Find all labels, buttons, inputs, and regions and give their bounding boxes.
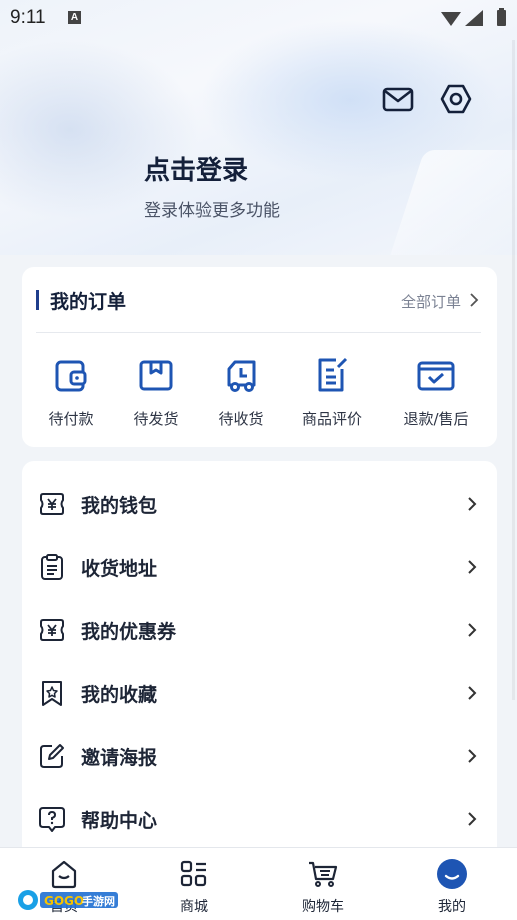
tab-label: 购物车: [302, 899, 344, 915]
package-icon: [139, 360, 173, 391]
svg-text:GOGO: GOGO: [44, 894, 84, 908]
chevron-right-icon: [468, 497, 477, 511]
order-status-pending-payment[interactable]: 待付款: [26, 355, 116, 429]
login-subtitle[interactable]: 登录体验更多功能: [144, 196, 280, 221]
tab-label: 商城: [180, 899, 208, 915]
tab-label: 我的: [438, 899, 466, 915]
order-status-label: 待收货: [218, 410, 264, 428]
profile-icon: [437, 859, 467, 889]
order-status-refund[interactable]: 退款/售后: [391, 355, 481, 429]
system-status-icons: [441, 8, 506, 26]
chevron-right-icon: [468, 686, 477, 700]
menu-item-favorites[interactable]: 我的收藏: [22, 662, 497, 725]
review-icon: [318, 357, 348, 392]
edit-icon: [40, 744, 64, 768]
mail-icon[interactable]: [381, 82, 415, 116]
chevron-right-icon[interactable]: [469, 291, 479, 309]
menu-card: 我的钱包 收货地址 我的优惠券 我的收藏 邀请海报 帮助中心: [22, 461, 497, 881]
divider: [36, 332, 481, 333]
menu-item-label: 收货地址: [81, 558, 158, 580]
tab-cart[interactable]: 购物车: [268, 848, 378, 920]
order-status-label: 商品评价: [301, 410, 362, 428]
order-status-to-receive[interactable]: 待收货: [196, 355, 286, 429]
order-status-to-ship[interactable]: 待发货: [111, 355, 201, 429]
header-decoration: [0, 40, 200, 220]
status-bar: 9:11 A: [0, 0, 517, 36]
view-all-orders-link[interactable]: 全部订单: [401, 291, 461, 312]
notification-a-icon: A: [68, 11, 81, 24]
grid-icon: [180, 860, 207, 887]
menu-item-label: 我的钱包: [81, 495, 158, 517]
truck-icon: [227, 360, 256, 392]
refund-icon: [417, 361, 455, 391]
help-icon: [39, 807, 65, 832]
chevron-right-icon: [468, 623, 477, 637]
menu-item-label: 帮助中心: [81, 810, 158, 832]
menu-item-label: 我的优惠券: [81, 621, 177, 643]
settings-icon[interactable]: [439, 82, 473, 116]
chevron-right-icon: [468, 812, 477, 826]
coupon-icon: [40, 619, 64, 641]
order-status-review[interactable]: 商品评价: [287, 355, 377, 429]
chevron-right-icon: [468, 749, 477, 763]
menu-item-invite-poster[interactable]: 邀请海报: [22, 725, 497, 788]
chevron-right-icon: [468, 560, 477, 574]
tab-mall[interactable]: 商城: [139, 848, 249, 920]
order-status-label: 退款/售后: [403, 410, 469, 428]
menu-item-address[interactable]: 收货地址: [22, 536, 497, 599]
yen-wallet-icon: [40, 493, 64, 515]
order-status-label: 待发货: [133, 410, 179, 428]
scrollbar[interactable]: [512, 40, 515, 700]
cart-icon: [309, 861, 338, 887]
menu-item-label: 我的收藏: [81, 684, 158, 706]
menu-item-label: 邀请海报: [81, 747, 158, 769]
menu-item-help-center[interactable]: 帮助中心: [22, 788, 497, 851]
orders-title: 我的订单: [50, 291, 127, 313]
gogo-watermark-logo: GOGO 手游网: [18, 890, 118, 910]
menu-item-coupons[interactable]: 我的优惠券: [22, 599, 497, 662]
section-accent-bar: [36, 290, 39, 310]
star-bookmark-icon: [42, 681, 62, 706]
clipboard-icon: [41, 554, 63, 580]
order-status-label: 待付款: [48, 410, 94, 428]
svg-text:手游网: 手游网: [82, 894, 115, 908]
login-title[interactable]: 点击登录: [144, 150, 248, 187]
orders-card: 我的订单 全部订单 待付款 待发货 待收货 商品评价 退款/售后: [22, 267, 497, 447]
menu-item-wallet[interactable]: 我的钱包: [22, 473, 497, 536]
wallet-icon: [55, 360, 87, 392]
status-time: 9:11: [10, 7, 46, 28]
tab-mine[interactable]: 我的: [397, 848, 507, 920]
